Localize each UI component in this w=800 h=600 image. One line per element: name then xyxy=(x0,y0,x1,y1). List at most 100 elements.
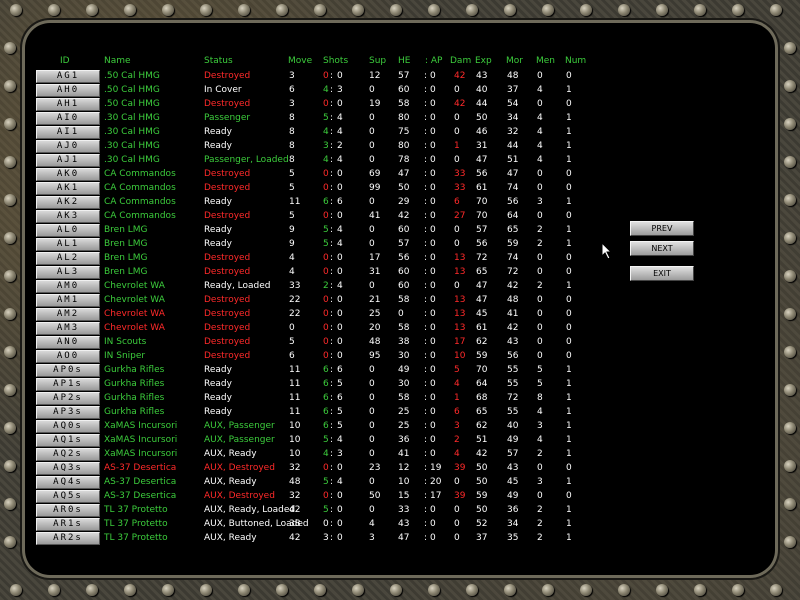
cell-mor: 40 xyxy=(507,421,519,431)
unit-id-button[interactable]: AK1 xyxy=(36,182,100,195)
unit-id-button[interactable]: AM1 xyxy=(36,294,100,307)
cell-ap: 20 xyxy=(430,477,442,487)
unit-id-button[interactable]: AQ5s xyxy=(36,490,100,503)
cell-ap: 0 xyxy=(430,365,436,375)
cell-ap: 0 xyxy=(430,435,436,445)
unit-id-button[interactable]: AM0 xyxy=(36,280,100,293)
cell-dam: 1 xyxy=(454,393,460,403)
cell-sup: 0 xyxy=(369,141,375,151)
rivet xyxy=(542,584,554,596)
unit-id-button[interactable]: AL2 xyxy=(36,252,100,265)
cell-men: 0 xyxy=(537,71,543,81)
separator: : xyxy=(330,141,334,151)
rivet xyxy=(86,584,98,596)
cell-num: 1 xyxy=(566,239,572,249)
cell-s1: 0 xyxy=(323,491,329,501)
unit-id-button[interactable]: AL0 xyxy=(36,224,100,237)
cell-name: .50 Cal HMG xyxy=(104,71,160,81)
unit-id-button[interactable]: AH1 xyxy=(36,98,100,111)
unit-id-button[interactable]: AQ1s xyxy=(36,434,100,447)
cell-num: 1 xyxy=(566,197,572,207)
separator: : xyxy=(424,435,428,445)
unit-id-button[interactable]: AM3 xyxy=(36,322,100,335)
cell-status: Destroyed xyxy=(204,253,251,263)
cell-ap: 0 xyxy=(430,183,436,193)
unit-id-button[interactable]: AP0s xyxy=(36,364,100,377)
separator: : xyxy=(424,309,428,319)
cell-dam: 10 xyxy=(454,351,466,361)
cell-he: 30 xyxy=(398,379,410,389)
cell-ap: 0 xyxy=(430,533,436,543)
unit-id-button[interactable]: AQ2s xyxy=(36,448,100,461)
unit-id-button[interactable]: AQ4s xyxy=(36,476,100,489)
unit-id-button[interactable]: AR1s xyxy=(36,518,100,531)
cell-mor: 43 xyxy=(507,337,519,347)
cell-mor: 34 xyxy=(507,113,519,123)
cell-dam: 13 xyxy=(454,309,466,319)
unit-id-button[interactable]: AM2 xyxy=(36,308,100,321)
cell-sup: 0 xyxy=(369,127,375,137)
cell-mor: 41 xyxy=(507,309,519,319)
cell-move: 10 xyxy=(289,435,301,445)
separator: : xyxy=(330,365,334,375)
cell-name: XaMAS Incursori xyxy=(104,421,178,431)
unit-id-button[interactable]: AJ1 xyxy=(36,154,100,167)
unit-id-button[interactable]: AH0 xyxy=(36,84,100,97)
unit-id-button[interactable]: AK3 xyxy=(36,210,100,223)
exit-button[interactable]: EXIT xyxy=(630,266,694,281)
unit-id-button[interactable]: AP2s xyxy=(36,392,100,405)
table-row: AI0.30 Cal HMG Passenger 8 5:4 0 80:0 0 50 34 4 1 xyxy=(0,111,800,125)
unit-id-button[interactable]: AR2s xyxy=(36,532,100,545)
separator: : xyxy=(330,71,334,81)
cell-num: 1 xyxy=(566,421,572,431)
next-button[interactable]: NEXT xyxy=(630,241,694,256)
cell-mor: 64 xyxy=(507,211,519,221)
separator: : xyxy=(424,155,428,165)
cell-ap: 0 xyxy=(430,267,436,277)
unit-id-button[interactable]: AP1s xyxy=(36,378,100,391)
cell-name: TL 37 Protetto xyxy=(104,505,168,515)
unit-id-button[interactable]: AK2 xyxy=(36,196,100,209)
unit-id-button[interactable]: AG1 xyxy=(36,70,100,83)
unit-id-button[interactable]: AR0s xyxy=(36,504,100,517)
cell-exp: 42 xyxy=(476,449,488,459)
unit-id-button[interactable]: AK0 xyxy=(36,168,100,181)
separator: : xyxy=(424,505,428,515)
table-row: AP3s Gurkha Rifles Ready 11 6:5 0 25:0 6 65 55 4 1 xyxy=(0,405,800,419)
unit-id-button[interactable]: AL3 xyxy=(36,266,100,279)
cell-he: 60 xyxy=(398,85,410,95)
unit-id-button[interactable]: AO0 xyxy=(36,350,100,363)
separator: : xyxy=(330,407,334,417)
cell-exp: 37 xyxy=(476,533,488,543)
cell-he: 33 xyxy=(398,505,410,515)
separator: : xyxy=(330,323,334,333)
cell-dam: 4 xyxy=(454,379,460,389)
prev-button[interactable]: PREV xyxy=(630,221,694,236)
cell-move: 6 xyxy=(289,85,295,95)
cell-s2: 0 xyxy=(337,267,343,277)
unit-id-button[interactable]: AQ3s xyxy=(36,462,100,475)
separator: : xyxy=(424,197,428,207)
cell-status: Ready xyxy=(204,197,232,207)
cell-move: 22 xyxy=(289,295,301,305)
cell-move: 10 xyxy=(289,421,301,431)
unit-id-button[interactable]: AI0 xyxy=(36,112,100,125)
unit-id-button[interactable]: AJ0 xyxy=(36,140,100,153)
cell-men: 2 xyxy=(537,239,543,249)
cell-s1: 0 xyxy=(323,253,329,263)
header-name: Name xyxy=(104,56,131,66)
unit-id-button[interactable]: AL1 xyxy=(36,238,100,251)
table-row: AR0s TL 37 Protetto AUX, Ready, Loaded 42 5:… xyxy=(0,503,800,517)
cell-status: Passenger, Loaded xyxy=(204,155,289,165)
cell-move: 8 xyxy=(289,155,295,165)
unit-id-button[interactable]: AQ0s xyxy=(36,420,100,433)
unit-id-button[interactable]: AN0 xyxy=(36,336,100,349)
unit-id-button[interactable]: AP3s xyxy=(36,406,100,419)
rivet xyxy=(124,4,136,16)
unit-id-button[interactable]: AI1 xyxy=(36,126,100,139)
cell-ap: 19 xyxy=(430,463,442,473)
table-row: AK1 CA Commandos Destroyed 5 0:0 99 50:0 33 61 74… xyxy=(0,181,800,195)
cell-move: 11 xyxy=(289,197,301,207)
cell-sup: 0 xyxy=(369,239,375,249)
cell-s1: 4 xyxy=(323,85,329,95)
